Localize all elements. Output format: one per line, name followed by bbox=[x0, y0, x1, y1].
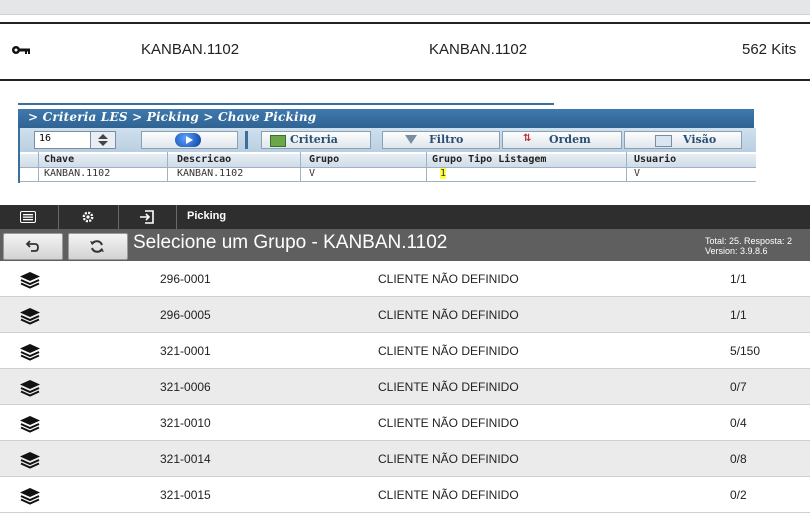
layers-icon bbox=[20, 416, 40, 433]
list-item[interactable]: 321-0006 CLIENTE NÃO DEFINIDO 0/7 bbox=[0, 369, 810, 405]
criteria-button[interactable]: Criteria bbox=[261, 131, 371, 149]
key-row[interactable]: KANBAN.1102 KANBAN.1102 562 Kits bbox=[0, 22, 810, 81]
layers-icon bbox=[20, 452, 40, 469]
layers-icon bbox=[20, 380, 40, 397]
total-response: Total: 25. Resposta: 2 bbox=[705, 236, 793, 246]
group-code: 321-0001 bbox=[160, 344, 211, 358]
response-meta: Total: 25. Resposta: 2 Version: 3.9.8.6 bbox=[705, 236, 792, 256]
order-button[interactable]: ⇅ Ordem bbox=[502, 131, 622, 149]
client-name: CLIENTE NÃO DEFINIDO bbox=[378, 416, 519, 430]
layers-icon bbox=[20, 308, 40, 325]
menu-icon bbox=[20, 211, 36, 223]
cell-chave: KANBAN.1102 bbox=[44, 168, 111, 179]
client-name: CLIENTE NÃO DEFINIDO bbox=[378, 272, 519, 286]
table-row[interactable]: KANBAN.1102 KANBAN.1102 V 1 V bbox=[20, 168, 756, 182]
settings-button[interactable] bbox=[58, 205, 119, 229]
client-name: CLIENTE NÃO DEFINIDO bbox=[378, 488, 519, 502]
group-code: 296-0005 bbox=[160, 308, 211, 322]
list-item[interactable]: 321-0014 CLIENTE NÃO DEFINIDO 0/8 bbox=[0, 441, 810, 477]
menu-button[interactable] bbox=[0, 205, 59, 229]
key-row-chave: KANBAN.1102 bbox=[141, 41, 240, 58]
quantity: 0/2 bbox=[730, 488, 747, 502]
quantity: 0/8 bbox=[730, 452, 747, 466]
spinner-arrows[interactable] bbox=[90, 132, 115, 148]
gear-icon bbox=[82, 211, 94, 223]
criteria-toolbar: 16 Criteria Filtro ⇅ Ordem Visão bbox=[18, 128, 756, 152]
page-title: Selecione um Grupo - KANBAN.1102 bbox=[133, 232, 448, 253]
view-button[interactable]: Visão bbox=[624, 131, 742, 149]
run-button[interactable] bbox=[141, 131, 238, 149]
group-code: 296-0001 bbox=[160, 272, 211, 286]
sub-header: Selecione um Grupo - KANBAN.1102 Total: … bbox=[0, 229, 810, 261]
nav-title: Picking bbox=[187, 210, 227, 222]
top-nav: Picking bbox=[0, 205, 810, 229]
refresh-button[interactable] bbox=[68, 233, 128, 260]
criteria-breadcrumb-bar: > Criteria LES > Picking > Chave Picking bbox=[18, 109, 754, 128]
key-row-descricao: KANBAN.1102 bbox=[429, 41, 528, 58]
page-size-spinner[interactable]: 16 bbox=[34, 131, 116, 149]
list-item[interactable]: 296-0001 CLIENTE NÃO DEFINIDO 1/1 bbox=[0, 261, 810, 297]
logout-button[interactable] bbox=[118, 205, 177, 229]
list-item[interactable]: 321-0010 CLIENTE NÃO DEFINIDO 0/4 bbox=[0, 405, 810, 441]
layers-icon bbox=[20, 272, 40, 289]
col-usuario[interactable]: Usuario bbox=[634, 154, 676, 165]
col-grupo[interactable]: Grupo bbox=[309, 154, 339, 165]
refresh-icon bbox=[90, 240, 104, 253]
client-name: CLIENTE NÃO DEFINIDO bbox=[378, 308, 519, 322]
key-icon bbox=[12, 46, 30, 54]
top-strip bbox=[0, 0, 810, 15]
layers-icon bbox=[20, 488, 40, 505]
toolbar-separator bbox=[245, 131, 248, 149]
group-code: 321-0014 bbox=[160, 452, 211, 466]
criteria-icon bbox=[270, 135, 286, 147]
criteria-top-line bbox=[18, 103, 554, 105]
col-descricao[interactable]: Descricao bbox=[177, 154, 231, 165]
criteria-breadcrumb: > Criteria LES > Picking > Chave Picking bbox=[28, 110, 317, 124]
list-item[interactable]: 321-0015 CLIENTE NÃO DEFINIDO 0/2 bbox=[0, 477, 810, 513]
client-name: CLIENTE NÃO DEFINIDO bbox=[378, 452, 519, 466]
group-code: 321-0015 bbox=[160, 488, 211, 502]
exit-icon bbox=[140, 210, 154, 224]
undo-icon bbox=[25, 240, 39, 252]
layers-icon bbox=[20, 344, 40, 361]
client-name: CLIENTE NÃO DEFINIDO bbox=[378, 380, 519, 394]
col-chave[interactable]: Chave bbox=[44, 154, 74, 165]
filter-button[interactable]: Filtro bbox=[382, 131, 500, 149]
cell-descricao: KANBAN.1102 bbox=[177, 168, 244, 179]
back-button[interactable] bbox=[3, 233, 63, 260]
group-code: 321-0006 bbox=[160, 380, 211, 394]
page-size-value: 16 bbox=[39, 133, 52, 144]
criteria-panel: > Criteria LES > Picking > Chave Picking… bbox=[18, 103, 756, 183]
quantity: 1/1 bbox=[730, 308, 747, 322]
cell-grupo: V bbox=[309, 168, 316, 179]
quantity: 1/1 bbox=[730, 272, 747, 286]
group-code: 321-0010 bbox=[160, 416, 211, 430]
quantity: 0/4 bbox=[730, 416, 747, 430]
quantity: 0/7 bbox=[730, 380, 747, 394]
criteria-table: Chave Descricao Grupo Grupo Tipo Listage… bbox=[18, 152, 756, 183]
col-grupo-tipo-listagem[interactable]: Grupo Tipo Listagem bbox=[432, 154, 546, 165]
key-row-kits: 562 Kits bbox=[742, 41, 797, 58]
criteria-table-header: Chave Descricao Grupo Grupo Tipo Listage… bbox=[20, 154, 756, 168]
quantity: 5/150 bbox=[730, 344, 761, 358]
cell-usuario: V bbox=[634, 168, 641, 179]
version: Version: 3.9.8.6 bbox=[705, 246, 768, 256]
list-item[interactable]: 296-0005 CLIENTE NÃO DEFINIDO 1/1 bbox=[0, 297, 810, 333]
filter-icon bbox=[405, 135, 417, 144]
cell-grupo-tipo: 1 bbox=[440, 168, 447, 179]
sort-icon: ⇅ bbox=[523, 133, 532, 144]
list-item[interactable]: 321-0001 CLIENTE NÃO DEFINIDO 5/150 bbox=[0, 333, 810, 369]
client-name: CLIENTE NÃO DEFINIDO bbox=[378, 344, 519, 358]
view-icon bbox=[655, 135, 672, 147]
